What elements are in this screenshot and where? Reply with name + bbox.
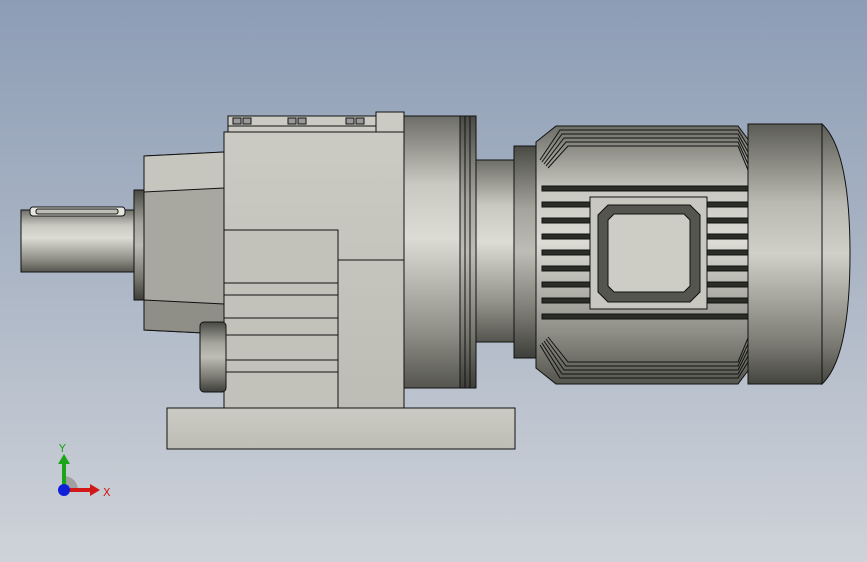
drain-plug (199, 321, 227, 393)
x-axis-label: X (103, 486, 111, 499)
output-shaft (20, 209, 140, 273)
coupling-neck (475, 159, 517, 343)
z-axis-dot (58, 484, 70, 496)
graphics-viewport[interactable]: Y X (0, 0, 867, 562)
coordinate-triad (58, 454, 100, 496)
fan-cover (747, 123, 823, 385)
adapter-flange (403, 115, 463, 389)
y-axis-label: Y (59, 442, 66, 455)
mounting-foot (166, 407, 516, 450)
gear-motor-model[interactable] (0, 0, 867, 562)
